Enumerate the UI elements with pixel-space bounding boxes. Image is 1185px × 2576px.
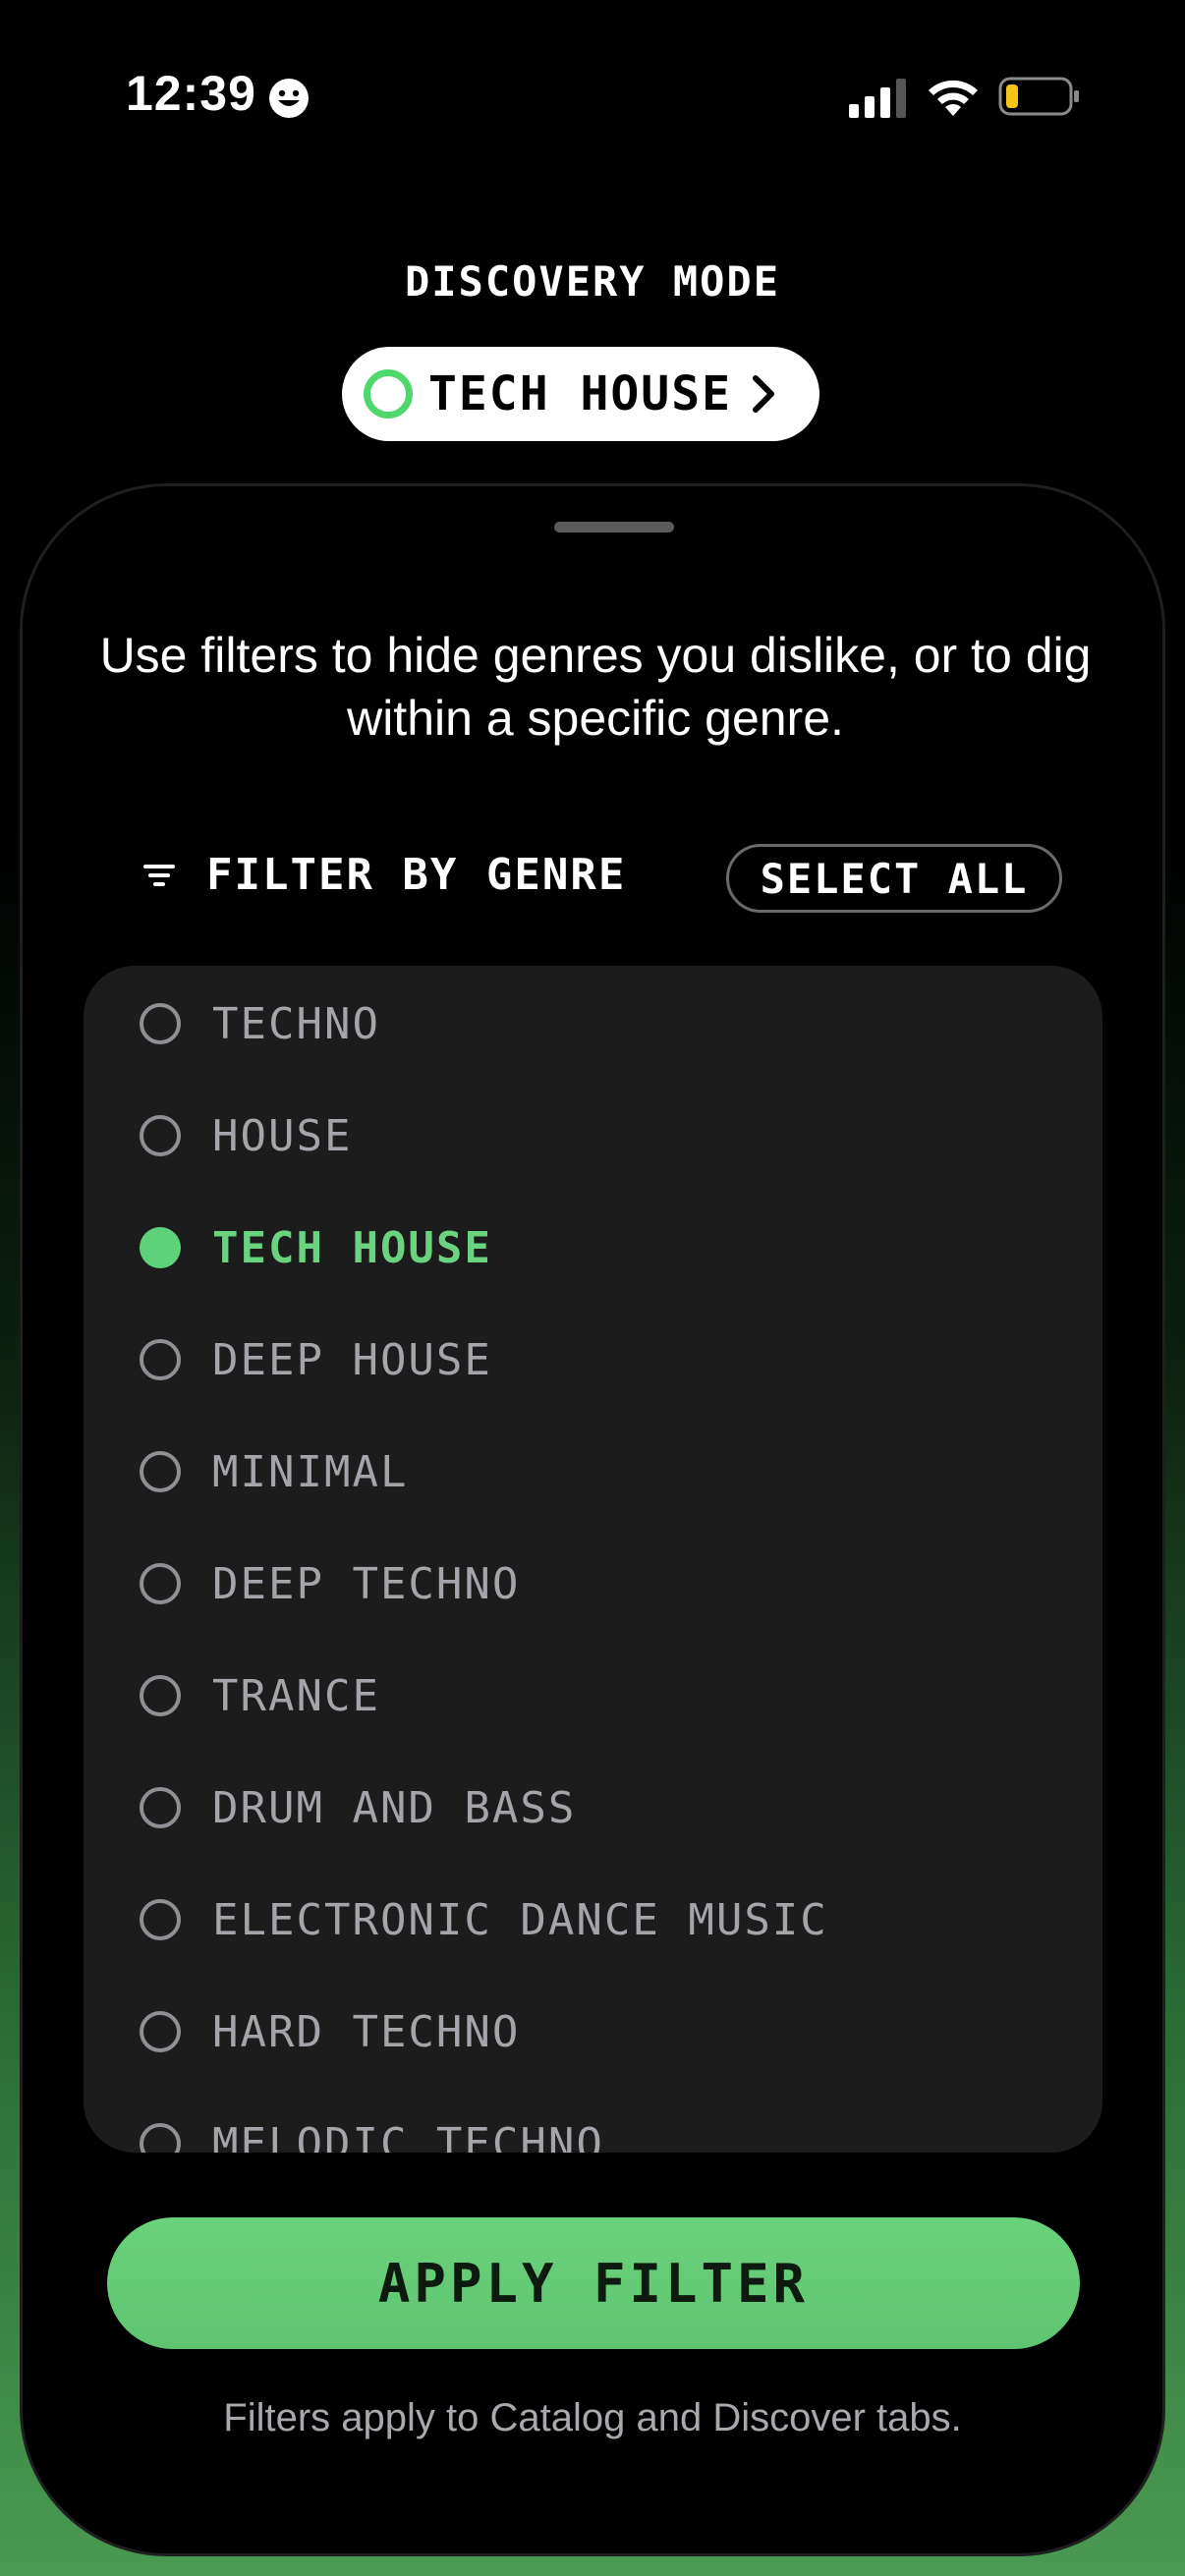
genre-item-electronic-dance-music[interactable]: ELECTRONIC DANCE MUSIC xyxy=(84,1864,1102,1976)
radio-button[interactable] xyxy=(140,1787,181,1828)
genre-item-hard-techno[interactable]: HARD TECHNO xyxy=(84,1976,1102,2088)
genre-label: MINIMAL xyxy=(212,1446,409,1497)
genre-item-techno[interactable]: TECHNO xyxy=(84,968,1102,1080)
genre-list[interactable]: TECHNO HOUSE TECH HOUSE DEEP HOUSE MINIM… xyxy=(84,966,1102,2153)
genre-item-minimal[interactable]: MINIMAL xyxy=(84,1416,1102,1528)
genre-item-melodic-techno[interactable]: MELODIC TECHNO xyxy=(84,2088,1102,2153)
radio-button[interactable] xyxy=(140,1115,181,1156)
genre-label: TECH HOUSE xyxy=(212,1222,492,1273)
radio-button[interactable] xyxy=(140,2123,181,2153)
radio-button[interactable] xyxy=(140,2011,181,2052)
genre-item-trance[interactable]: TRANCE xyxy=(84,1640,1102,1752)
apply-filter-button[interactable]: APPLY FILTER xyxy=(107,2217,1080,2349)
radio-button[interactable] xyxy=(140,1675,181,1716)
battery-icon xyxy=(998,77,1079,116)
chevron-right-icon xyxy=(752,375,774,413)
discovery-mode-label: DISCOVERY MODE xyxy=(404,257,780,306)
mode-status-ring-icon xyxy=(364,369,413,419)
filter-header: FILTER BY GENRE xyxy=(143,850,626,900)
filter-description: Use filters to hide genres you dislike, … xyxy=(99,628,1092,746)
sheet-grabber-handle[interactable] xyxy=(554,522,674,532)
genre-label: DRUM AND BASS xyxy=(212,1782,577,1833)
genre-label: DEEP TECHNO xyxy=(212,1558,521,1609)
radio-button[interactable] xyxy=(140,1339,181,1380)
genre-label: DEEP HOUSE xyxy=(212,1334,492,1385)
genre-label: ELECTRONIC DANCE MUSIC xyxy=(212,1894,828,1945)
filter-footnote: Filters apply to Catalog and Discover ta… xyxy=(223,2396,962,2439)
genre-label: TRANCE xyxy=(212,1670,380,1721)
genre-label: MELODIC TECHNO xyxy=(212,2118,604,2154)
radio-button[interactable] xyxy=(140,1563,181,1604)
genre-label: HARD TECHNO xyxy=(212,2006,521,2057)
radio-button-selected[interactable] xyxy=(140,1227,181,1268)
cellular-signal-icon xyxy=(849,79,906,118)
genre-item-deep-techno[interactable]: DEEP TECHNO xyxy=(84,1528,1102,1640)
genre-item-house[interactable]: HOUSE xyxy=(84,1080,1102,1192)
current-genre-label: TECH HOUSE xyxy=(428,366,732,421)
genre-item-tech-house[interactable]: TECH HOUSE xyxy=(84,1192,1102,1304)
status-time: 12:39 xyxy=(126,66,256,121)
filter-by-genre-title: FILTER BY GENRE xyxy=(206,850,627,900)
radio-button[interactable] xyxy=(140,1003,181,1044)
genre-item-deep-house[interactable]: DEEP HOUSE xyxy=(84,1304,1102,1416)
wifi-icon xyxy=(929,80,978,116)
select-all-button[interactable]: SELECT ALL xyxy=(726,844,1062,913)
filter-lines-icon xyxy=(143,864,175,886)
genre-label: HOUSE xyxy=(212,1110,353,1161)
radio-button[interactable] xyxy=(140,1899,181,1940)
genre-item-drum-and-bass[interactable]: DRUM AND BASS xyxy=(84,1752,1102,1864)
discovery-mode-selector[interactable]: TECH HOUSE xyxy=(342,347,819,441)
radio-button[interactable] xyxy=(140,1451,181,1492)
status-bar: 12:39 xyxy=(0,0,1185,196)
filter-sheet: Use filters to hide genres you dislike, … xyxy=(20,483,1165,2556)
smiley-icon xyxy=(269,79,309,118)
genre-label: TECHNO xyxy=(212,998,380,1049)
